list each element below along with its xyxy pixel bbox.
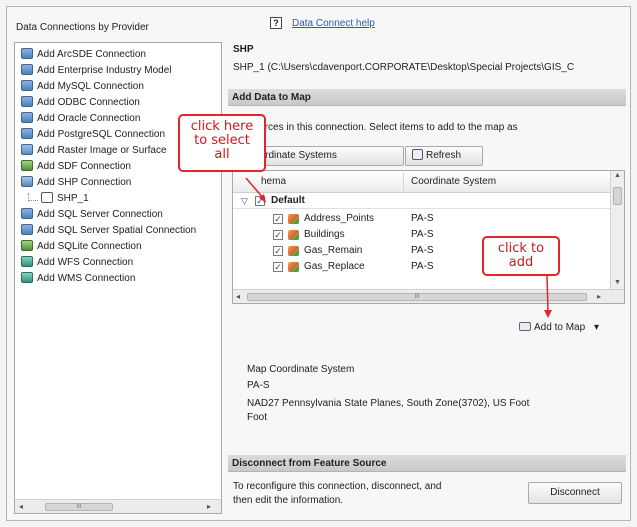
callout-add-line2: add <box>508 255 534 270</box>
callout-select-all-line1: click here <box>190 119 254 134</box>
select-all-arrow <box>245 177 265 200</box>
callout-select-all: click here to select all <box>178 114 266 172</box>
callout-add-line1: click to <box>497 241 545 256</box>
add-arrow <box>546 275 549 313</box>
add-arrowhead <box>544 310 552 318</box>
callout-add: click to add <box>482 236 560 276</box>
callout-select-all-line2: to select <box>194 133 250 148</box>
callout-select-all-line3: all <box>214 147 230 162</box>
